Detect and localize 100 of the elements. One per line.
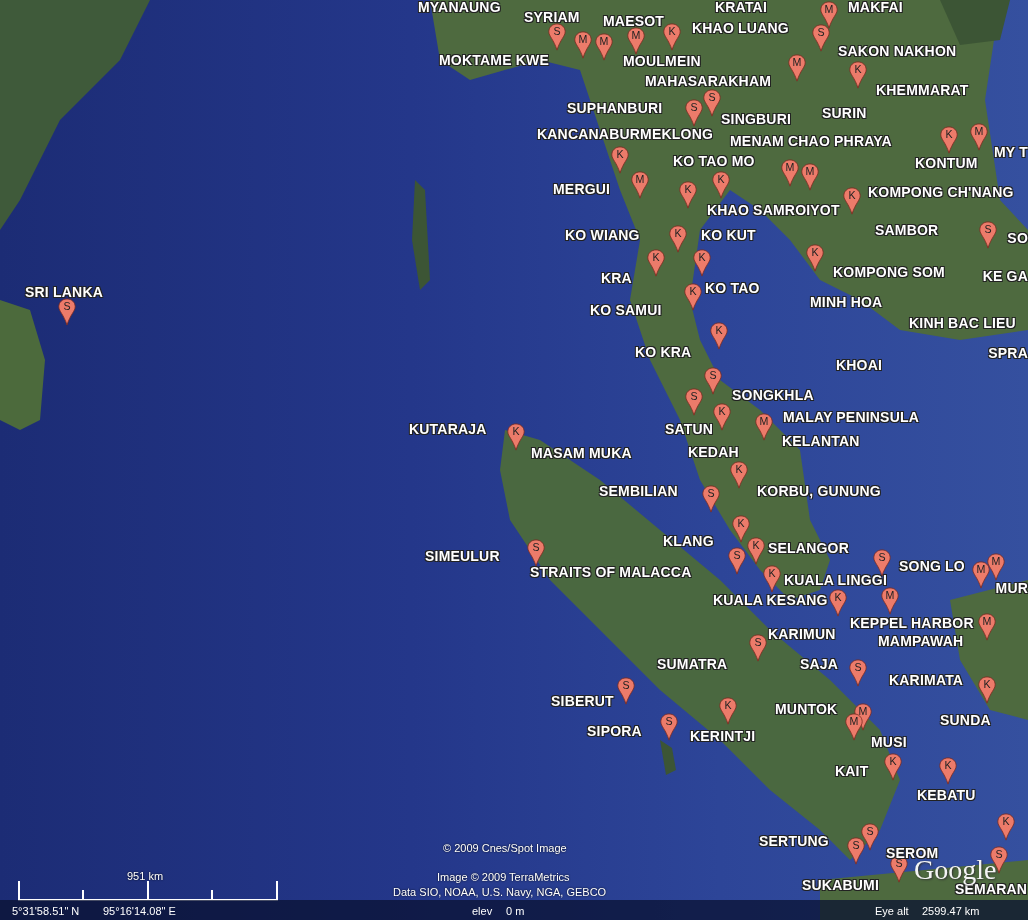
map-pin[interactable]: K <box>763 565 781 593</box>
map-pin[interactable]: K <box>713 403 731 431</box>
map-pin[interactable]: M <box>801 163 819 191</box>
place-label[interactable]: KEBATU <box>917 788 976 802</box>
map-pin[interactable]: M <box>631 171 649 199</box>
place-label[interactable]: SERTUNG <box>759 834 829 848</box>
map-pin[interactable]: K <box>611 146 629 174</box>
map-pin[interactable]: S <box>728 547 746 575</box>
place-label[interactable]: MERGUI <box>553 182 611 196</box>
map-pin[interactable]: S <box>847 837 865 865</box>
place-label[interactable]: SUPHANBURI <box>567 101 663 115</box>
map-pin[interactable]: M <box>881 587 899 615</box>
place-label[interactable]: SYRIAM <box>524 10 580 24</box>
place-label[interactable]: KO KRA <box>635 345 692 359</box>
place-label[interactable]: KE GA <box>982 269 1028 283</box>
place-label[interactable]: KUALA KESANG <box>713 593 828 607</box>
place-label[interactable]: SUMATRA <box>657 657 728 671</box>
place-label[interactable]: KHEMMARAT <box>876 83 969 97</box>
place-label[interactable]: SIBERUT <box>551 694 614 708</box>
place-label[interactable]: KHOAI <box>836 358 883 372</box>
place-label[interactable]: KO WIANG <box>565 228 640 242</box>
place-label[interactable]: SAJA <box>800 657 839 671</box>
place-label[interactable]: KHAO SAMROIYOT <box>707 203 840 217</box>
place-label[interactable]: MAKFAI <box>848 0 903 14</box>
place-label[interactable]: MUSI <box>871 735 907 749</box>
place-label[interactable]: KELANTAN <box>782 434 860 448</box>
map-pin[interactable]: S <box>617 677 635 705</box>
map-pin[interactable]: M <box>595 33 613 61</box>
map-pin[interactable]: K <box>647 249 665 277</box>
map-pin[interactable]: K <box>978 676 996 704</box>
map-pin[interactable]: K <box>939 757 957 785</box>
map-pin[interactable]: K <box>693 249 711 277</box>
map-pin[interactable]: M <box>788 54 806 82</box>
place-label[interactable]: KERINTJI <box>690 729 756 743</box>
place-label[interactable]: MY T <box>994 145 1028 159</box>
place-label[interactable]: STRAITS OF MALACCA <box>530 565 692 579</box>
map-pin[interactable]: K <box>669 225 687 253</box>
place-label[interactable]: SIMEULUR <box>425 549 500 563</box>
map-pin[interactable]: S <box>58 298 76 326</box>
map-pin[interactable]: K <box>747 537 765 565</box>
place-label[interactable]: MUNTOK <box>775 702 838 716</box>
map-pin[interactable]: K <box>710 322 728 350</box>
place-label[interactable]: SELANGOR <box>768 541 849 555</box>
map-pin[interactable]: M <box>970 123 988 151</box>
map-pin[interactable]: M <box>574 31 592 59</box>
place-label[interactable]: SEMBILIAN <box>599 484 678 498</box>
place-label[interactable]: KINH BAC LIEU <box>909 316 1016 330</box>
map-pin[interactable]: K <box>684 283 702 311</box>
place-label[interactable]: MAESOT <box>603 14 665 28</box>
place-label[interactable]: SAKON NAKHON <box>838 44 957 58</box>
map-pin[interactable]: S <box>861 823 879 851</box>
place-label[interactable]: SATUN <box>665 422 714 436</box>
map-pin[interactable]: S <box>704 367 722 395</box>
map-pin[interactable]: S <box>812 24 830 52</box>
place-label[interactable]: SONG LO <box>899 559 965 573</box>
place-label[interactable]: SO <box>1007 231 1028 245</box>
place-label[interactable]: KONTUM <box>915 156 978 170</box>
place-label[interactable]: KORBU, GUNUNG <box>757 484 881 498</box>
place-label[interactable]: MOKTAME KWE <box>439 53 550 67</box>
map-pin[interactable]: M <box>781 159 799 187</box>
place-label[interactable]: KO SAMUI <box>590 303 662 317</box>
place-label[interactable]: KEDAH <box>688 445 739 459</box>
map-pin[interactable]: K <box>507 423 525 451</box>
place-label[interactable]: SONGKHLA <box>732 388 814 402</box>
map-pin[interactable]: S <box>749 634 767 662</box>
place-label[interactable]: KRATAI <box>715 0 767 14</box>
map-pin[interactable]: K <box>730 461 748 489</box>
place-label[interactable]: KO TAO MO <box>673 154 755 168</box>
place-label[interactable]: KHAO LUANG <box>692 21 789 35</box>
place-label[interactable]: KO KUT <box>701 228 756 242</box>
map-pin[interactable]: M <box>627 27 645 55</box>
map-pin[interactable]: M <box>755 413 773 441</box>
map-pin[interactable]: S <box>703 89 721 117</box>
place-label[interactable]: SPRA <box>988 346 1028 360</box>
map-pin[interactable]: S <box>685 388 703 416</box>
map-pin[interactable]: K <box>997 813 1015 841</box>
map-pin[interactable]: S <box>548 23 566 51</box>
place-label[interactable]: KARIMATA <box>889 673 964 687</box>
place-label[interactable]: MAMPAWAH <box>878 634 964 648</box>
map-pin[interactable]: M <box>820 1 838 29</box>
place-label[interactable]: MUR <box>995 581 1028 595</box>
map-pin[interactable]: S <box>527 539 545 567</box>
place-label[interactable]: MALAY PENINSULA <box>783 410 920 424</box>
place-label[interactable]: KOMPONG CH'NANG <box>868 185 1014 199</box>
place-label[interactable]: KLANG <box>663 534 714 548</box>
map-pin[interactable]: K <box>663 23 681 51</box>
place-label[interactable]: KAIT <box>835 764 869 778</box>
map-pin[interactable]: K <box>679 181 697 209</box>
place-label[interactable]: KRA <box>601 271 632 285</box>
place-label[interactable]: KO TAO <box>705 281 760 295</box>
place-label[interactable]: SIPORA <box>587 724 642 738</box>
map-pin[interactable]: K <box>843 187 861 215</box>
map-pin[interactable]: S <box>685 99 703 127</box>
place-label[interactable]: MENAM CHAO PHRAYA <box>730 134 892 148</box>
map-pin[interactable]: M <box>972 561 990 589</box>
map-pin[interactable]: M <box>987 553 1005 581</box>
map-pin[interactable]: S <box>979 221 997 249</box>
map-pin[interactable]: S <box>660 713 678 741</box>
map-pin[interactable]: K <box>829 589 847 617</box>
place-label[interactable]: MASAM MUKA <box>531 446 632 460</box>
